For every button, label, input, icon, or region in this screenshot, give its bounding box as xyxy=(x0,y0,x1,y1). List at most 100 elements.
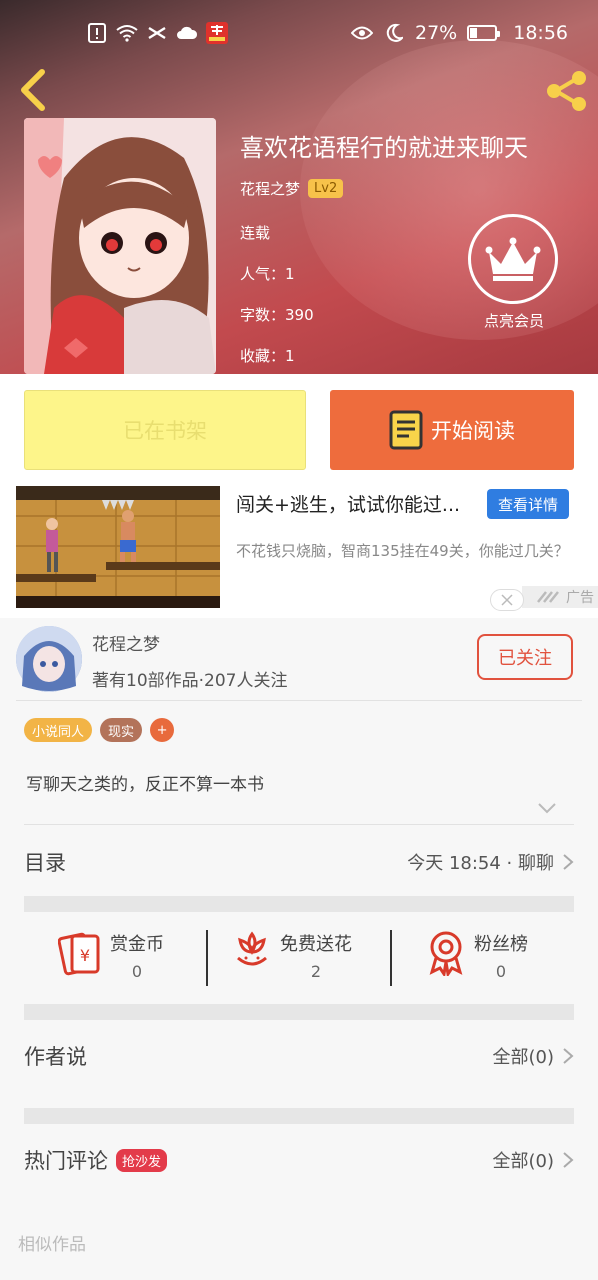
cloud-icon xyxy=(176,22,198,44)
ad-image[interactable] xyxy=(16,486,220,608)
author-says-title: 作者说 xyxy=(24,1045,87,1069)
section-separator xyxy=(24,1004,574,1020)
book-author[interactable]: 花程之梦 xyxy=(240,178,300,199)
author-says-count: 全部(0) xyxy=(492,1047,555,1068)
chevron-right-icon xyxy=(563,854,574,870)
hot-comments-title: 热门评论 xyxy=(24,1149,108,1173)
section-separator xyxy=(24,896,574,912)
tag-add-button[interactable]: + xyxy=(150,718,175,742)
author-level-badge: Lv2 xyxy=(308,179,344,198)
status-bar: 27% 18:56 xyxy=(0,0,598,56)
divider xyxy=(390,930,392,986)
svg-text:¥: ¥ xyxy=(80,946,90,965)
ad-description: 不花钱只烧脑，智商135挂在49关，你能过几关？ xyxy=(236,542,569,560)
tag-reality[interactable]: 现实 xyxy=(100,718,143,742)
send-flower-button[interactable]: 免费送花 2 xyxy=(232,930,352,981)
author-avatar[interactable] xyxy=(16,626,82,692)
divider xyxy=(16,700,582,701)
fan-rank-label: 粉丝榜 xyxy=(474,934,528,955)
ad-logo-icon xyxy=(537,591,559,603)
send-flower-label: 免费送花 xyxy=(280,934,352,955)
ad-title[interactable]: 闯关+逃生，试试你能过... xyxy=(236,490,460,517)
cover-illustration-icon xyxy=(24,118,216,374)
start-reading-label: 开始阅读 xyxy=(431,419,515,443)
catalog-latest: 今天 18:54 · 聊聊 xyxy=(407,849,574,875)
fan-rank-value: 0 xyxy=(495,962,507,981)
close-icon xyxy=(501,594,513,606)
chevron-right-icon xyxy=(563,1048,574,1064)
ad-detail-button[interactable]: 查看详情 xyxy=(487,489,569,519)
vip-circle xyxy=(468,214,558,304)
alert-icon xyxy=(86,22,108,44)
book-summary: 写聊天之类的，反正不算一本书 xyxy=(26,775,264,795)
in-bookshelf-button[interactable]: 已在书架 xyxy=(24,390,306,470)
hot-comments-count: 全部(0) xyxy=(492,1151,555,1172)
serial-status: 连载 xyxy=(240,224,271,242)
flower-icon xyxy=(237,931,267,966)
battery-icon xyxy=(467,25,501,41)
ad-banner[interactable]: 闯关+逃生，试试你能过... 查看详情 不花钱只烧脑，智商135挂在49关，你能… xyxy=(0,486,598,618)
following-button[interactable]: 已关注 xyxy=(477,634,573,680)
eye-icon xyxy=(351,22,373,44)
share-button[interactable] xyxy=(544,70,590,112)
chevron-down-icon xyxy=(538,803,556,814)
vip-button[interactable]: 点亮会员 xyxy=(468,214,560,331)
author-says-all[interactable]: 全部(0) xyxy=(493,1043,575,1069)
word-count: 字数：390 xyxy=(240,306,314,324)
book-title: 喜欢花语程行的就进来聊天 xyxy=(240,134,528,162)
avatar-illustration-icon xyxy=(16,626,82,692)
crown-icon xyxy=(485,237,541,281)
ad-tag: 广告 xyxy=(522,586,598,608)
divider xyxy=(206,930,208,986)
author-name[interactable]: 花程之梦 xyxy=(92,630,160,655)
reward-bar: ¥ 赏金币 0 免费送花 2 粉丝榜 0 xyxy=(24,912,574,1002)
hot-comments-row[interactable]: 热门评论 抢沙发 全部(0) xyxy=(24,1140,574,1180)
game-scene-icon xyxy=(16,486,220,608)
ad-tag-label: 广告 xyxy=(566,590,594,606)
send-flower-value: 2 xyxy=(310,962,322,981)
author-card[interactable]: 花程之梦 著有10部作品·207人关注 已关注 xyxy=(0,618,598,702)
book-header: 27% 18:56 喜欢花语程行的就进来聊天 花程之梦 Lv2 连载 人气：1 … xyxy=(0,0,598,374)
chevron-left-icon xyxy=(21,69,45,111)
fan-rank-button[interactable]: 粉丝榜 0 xyxy=(426,930,528,981)
similar-works-title: 相似作品 xyxy=(18,1235,86,1255)
chevron-right-icon xyxy=(563,1152,574,1168)
book-cover[interactable] xyxy=(24,118,216,374)
app-badge-icon xyxy=(206,22,228,44)
catalog-title: 目录 xyxy=(24,851,66,875)
ad-close-button[interactable] xyxy=(490,589,524,611)
status-icons-right: 27% 18:56 xyxy=(351,22,568,44)
back-button[interactable] xyxy=(14,66,54,114)
coin-reward-value: 0 xyxy=(131,962,143,981)
vip-label: 点亮会员 xyxy=(483,312,544,330)
clock: 18:56 xyxy=(513,22,568,44)
author-stats: 著有10部作品·207人关注 xyxy=(92,671,288,691)
divider xyxy=(24,824,574,825)
battery-percent: 27% xyxy=(415,22,458,44)
book-icon xyxy=(389,410,423,450)
expand-summary-button[interactable] xyxy=(537,800,557,816)
app-clip-icon xyxy=(146,22,168,44)
hot-comments-all[interactable]: 全部(0) xyxy=(493,1147,575,1173)
moon-icon xyxy=(383,22,405,44)
medal-icon xyxy=(429,931,463,976)
status-icons-left xyxy=(86,22,228,44)
tag-fanfic[interactable]: 小说同人 xyxy=(24,718,93,742)
coin-reward-label: 赏金币 xyxy=(110,934,164,955)
share-icon xyxy=(547,71,586,111)
tag-list: 小说同人 现实 + xyxy=(24,718,175,742)
hot-comments-header: 热门评论 抢沙发 xyxy=(24,1145,168,1175)
coin-reward-button[interactable]: ¥ 赏金币 0 xyxy=(58,930,164,981)
popularity: 人气：1 xyxy=(240,265,295,283)
wifi-icon xyxy=(116,22,138,44)
start-reading-button[interactable]: 开始阅读 xyxy=(330,390,574,470)
catalog-row[interactable]: 目录 今天 18:54 · 聊聊 xyxy=(24,842,574,882)
red-envelope-icon: ¥ xyxy=(58,932,100,976)
favorites-count: 收藏：1 xyxy=(240,347,295,365)
action-bar: 已在书架 开始阅读 xyxy=(0,374,598,486)
author-says-row[interactable]: 作者说 全部(0) xyxy=(24,1036,574,1076)
first-comment-badge[interactable]: 抢沙发 xyxy=(116,1148,168,1172)
section-separator xyxy=(24,1108,574,1124)
latest-chapter: 今天 18:54 · 聊聊 xyxy=(407,853,554,874)
book-author-row[interactable]: 花程之梦 Lv2 xyxy=(240,178,344,199)
